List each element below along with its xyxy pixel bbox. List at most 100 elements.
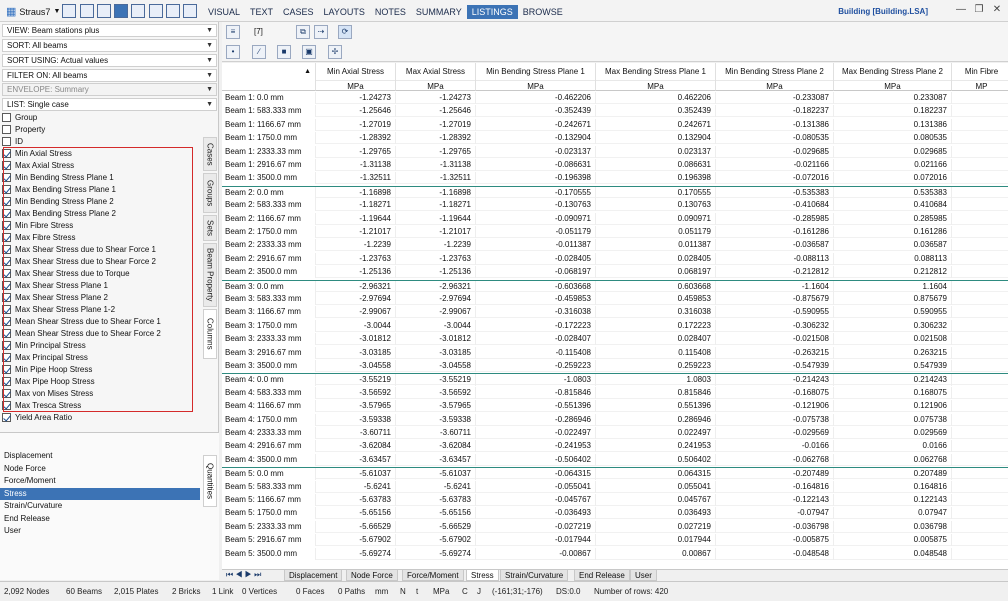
column-header[interactable]: Min Bending Stress Plane 1 MPa [476,63,596,91]
checkbox-icon[interactable] [2,124,11,134]
table-row[interactable]: Beam 1: 3500.0 mm -1.32511 -1.32511 -0.1963… [222,172,1008,185]
table-row[interactable]: Beam 1: 0.0 mm -1.24273 -1.24273 -0.462206 0… [222,92,1008,104]
column-header[interactable]: Max Bending Stress Plane 1 MPa [596,63,716,91]
bottom-tab-end-release[interactable]: End Release [574,570,630,581]
bottom-tab-user[interactable]: User [630,570,657,581]
column-header[interactable]: Max Axial Stress MPa [396,63,476,91]
restore-icon[interactable]: ❐ [972,3,986,17]
app-menu[interactable]: ▦ Straus7 ▼ [6,5,60,18]
tab-sets[interactable]: Sets [203,215,217,241]
sort-using-select[interactable]: SORT USING: Actual values ▼ [2,54,217,67]
column-header[interactable]: Min Bending Stress Plane 2 MPa [716,63,834,91]
settings-icon[interactable] [183,4,197,18]
view-select[interactable]: VIEW: Beam stations plus ▼ [2,24,217,37]
copy-icon[interactable]: ⧉ [296,25,310,39]
checkbox-icon[interactable] [2,136,11,146]
menu-visual[interactable]: VISUAL [203,5,245,19]
report-icon[interactable] [131,4,145,18]
table-row[interactable]: Beam 1: 2333.33 mm -1.29765 -1.29765 -0.023… [222,145,1008,158]
table-row[interactable]: Beam 2: 0.0 mm -1.16898 -1.16898 -0.170555 0… [222,185,1008,199]
table-row[interactable]: Beam 3: 0.0 mm -2.96321 -2.96321 -0.603668 0… [222,279,1008,293]
column-checkbox[interactable]: Yield Area Ratio [2,411,202,423]
menu-browse[interactable]: BROWSE [518,5,568,19]
table-row[interactable]: Beam 4: 2916.67 mm -3.62084 -3.62084 -0.241… [222,440,1008,453]
table-row[interactable]: Beam 2: 1750.0 mm -1.21017 -1.21017 -0.0511… [222,226,1008,238]
column-checkbox[interactable]: Group [2,111,202,123]
columns-count[interactable]: [7] [254,27,263,36]
bottom-tab-node-force[interactable]: Node Force [346,570,398,581]
sort-select[interactable]: SORT: All beams ▼ [2,39,217,52]
open-folder-icon[interactable] [80,4,94,18]
table-row[interactable]: Beam 3: 1166.67 mm -2.99067 -2.99067 -0.316… [222,306,1008,319]
table-row[interactable]: Beam 1: 2916.67 mm -1.31138 -1.31138 -0.086… [222,159,1008,171]
quantity-item[interactable]: End Release [0,513,200,526]
listing-view-icon[interactable] [114,4,128,18]
new-file-icon[interactable] [62,4,76,18]
menu-listings[interactable]: LISTINGS [466,5,518,19]
table-row[interactable]: Beam 3: 2916.67 mm -3.03185 -3.03185 -0.115… [222,346,1008,359]
table-row[interactable]: Beam 4: 1750.0 mm -3.59338 -3.59338 -0.2869… [222,413,1008,426]
quantity-item[interactable]: Node Force [0,463,200,476]
bottom-tab-stress[interactable]: Stress [466,570,499,581]
table-row[interactable]: Beam 1: 583.333 mm -1.25646 -1.25646 -0.352… [222,105,1008,118]
close-icon[interactable]: ✕ [990,3,1004,17]
table-row[interactable]: Beam 1: 1750.0 mm -1.28392 -1.28392 -0.1329… [222,132,1008,145]
list-select[interactable]: LIST: Single case ▼ [2,98,217,111]
quantity-item[interactable]: User [0,525,200,538]
tab-columns[interactable]: Columns [203,309,217,359]
sort-ascending-icon[interactable]: ▲ [222,68,315,75]
table-row[interactable]: Beam 4: 0.0 mm -3.55219 -3.55219 -1.0803 1.0… [222,373,1008,387]
table-row[interactable]: Beam 5: 3500.0 mm -5.69274 -5.69274 -0.0086… [222,547,1008,560]
table-row[interactable]: Beam 3: 2333.33 mm -3.01812 -3.01812 -0.028… [222,333,1008,346]
table-row[interactable]: Beam 4: 3500.0 mm -3.63457 -3.63457 -0.5064… [222,453,1008,466]
quantity-item[interactable]: Force/Moment [0,475,200,488]
tab-cases[interactable]: Cases [203,137,217,171]
checkbox-icon[interactable] [2,112,11,122]
list-options-icon[interactable]: ≡ [226,25,240,39]
table-row[interactable]: Beam 5: 583.333 mm -5.6241 -5.6241 -0.05504… [222,480,1008,493]
column-checkbox[interactable]: Property [2,123,202,135]
checkbox-icon[interactable] [2,412,11,422]
table-row[interactable]: Beam 4: 2333.33 mm -3.60711 -3.60711 -0.022… [222,427,1008,439]
table-row[interactable]: Beam 5: 1750.0 mm -5.65156 -5.65156 -0.0364… [222,507,1008,520]
tab-beam-property[interactable]: Beam Property [203,243,217,307]
tab-scroll-arrows-icon[interactable]: ⏮ ◀ ▶ ⏭ [226,570,261,580]
refresh-icon[interactable]: ⟳ [338,25,352,39]
beam-icon[interactable]: ∕ [252,45,266,59]
table-row[interactable]: Beam 3: 583.333 mm -2.97694 -2.97694 -0.459… [222,293,1008,305]
brick-icon[interactable]: ▣ [302,45,316,59]
table-row[interactable]: Beam 1: 1166.67 mm -1.27019 -1.27019 -0.242… [222,118,1008,131]
tab-groups[interactable]: Groups [203,173,217,213]
minimize-icon[interactable]: — [954,3,968,17]
bottom-tab-force-moment[interactable]: Force/Moment [402,570,464,581]
table-row[interactable]: Beam 2: 2333.33 mm -1.2239 -1.2239 -0.01138… [222,239,1008,252]
table-row[interactable]: Beam 4: 1166.67 mm -3.57965 -3.57965 -0.551… [222,400,1008,413]
tab-quantities[interactable]: Quantities [203,455,217,507]
link-icon[interactable]: ✢ [328,45,342,59]
plate-icon[interactable]: ■ [277,45,291,59]
table-row[interactable]: Beam 4: 583.333 mm -3.56592 -3.56592 -0.815… [222,386,1008,399]
save-icon[interactable] [97,4,111,18]
table-row[interactable]: Beam 2: 1166.67 mm -1.19644 -1.19644 -0.090… [222,212,1008,225]
search-icon[interactable] [166,4,180,18]
bottom-tab-displacement[interactable]: Displacement [284,570,343,581]
table-row[interactable]: Beam 5: 1166.67 mm -5.63783 -5.63783 -0.045… [222,494,1008,506]
table-row[interactable]: Beam 2: 3500.0 mm -1.25136 -1.25136 -0.0681… [222,266,1008,279]
table-row[interactable]: Beam 5: 2916.67 mm -5.67902 -5.67902 -0.017… [222,534,1008,547]
menu-notes[interactable]: NOTES [370,5,411,19]
table-row[interactable]: Beam 5: 2333.33 mm -5.66529 -5.66529 -0.027… [222,520,1008,533]
node-icon[interactable]: • [226,45,240,59]
menu-layouts[interactable]: LAYOUTS [319,5,370,19]
column-header[interactable]: Max Bending Stress Plane 2 MPa [834,63,952,91]
column-header[interactable]: Min Axial Stress MPa [316,63,396,91]
bottom-tab-strain-curvature[interactable]: Strain/Curvature [500,570,569,581]
menu-cases[interactable]: CASES [278,5,319,19]
menu-text[interactable]: TEXT [245,5,278,19]
column-header[interactable]: Min Fibre MP [952,63,1008,91]
export-icon[interactable]: ⇢ [314,25,328,39]
menu-summary[interactable]: SUMMARY [411,5,467,19]
column-checkbox[interactable]: ID [2,135,202,147]
table-row[interactable]: Beam 3: 1750.0 mm -3.0044 -3.0044 -0.172223… [222,319,1008,332]
table-row[interactable]: Beam 5: 0.0 mm -5.61037 -5.61037 -0.064315 0… [222,467,1008,481]
table-row[interactable]: Beam 2: 583.333 mm -1.18271 -1.18271 -0.130… [222,199,1008,212]
